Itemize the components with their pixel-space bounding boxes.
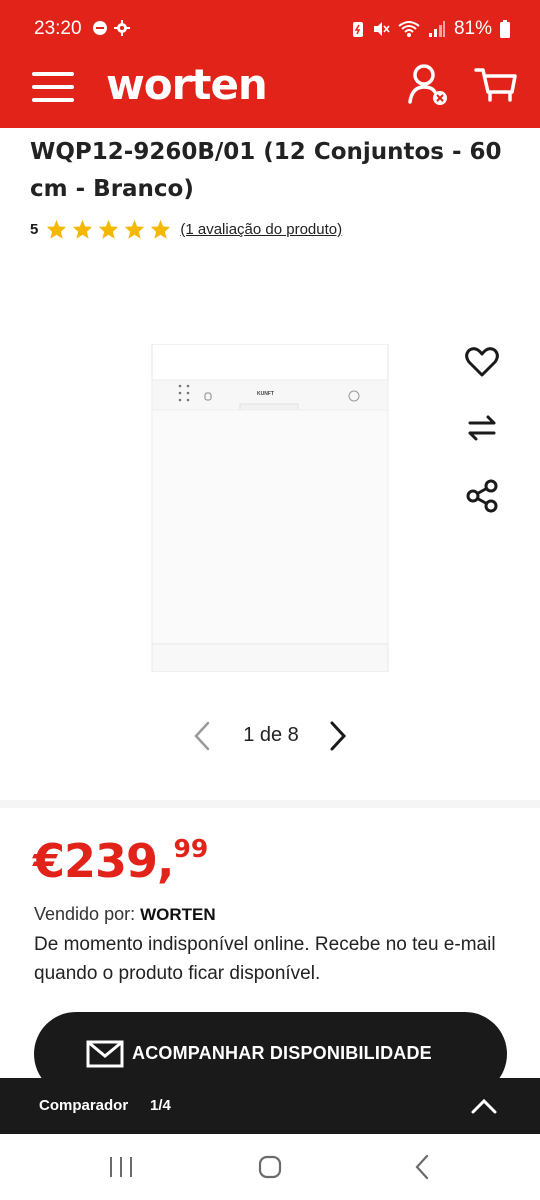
chevron-up-icon[interactable] xyxy=(470,1096,498,1116)
seller-info: Vendido por: WORTEN xyxy=(34,904,216,925)
battery-icon xyxy=(500,20,510,38)
cart-icon[interactable] xyxy=(474,66,518,106)
seller-name[interactable]: WORTEN xyxy=(140,905,216,924)
price-main: €239, xyxy=(33,834,175,888)
heart-icon[interactable] xyxy=(464,344,500,380)
status-bar: 23:20 81% xyxy=(0,0,540,58)
product-title: WQP12-9260B/01 (12 Conjuntos - 60 cm - B… xyxy=(30,139,502,202)
gallery-pager: 1 de 8 xyxy=(0,716,540,756)
image-brand-text: KUNFT xyxy=(257,391,274,397)
settings-icon xyxy=(114,20,130,36)
compare-arrows-icon[interactable] xyxy=(464,410,500,446)
seller-label: Vendido por: xyxy=(34,904,141,924)
rating-score: 5 xyxy=(30,221,39,238)
mail-icon xyxy=(86,1040,124,1068)
signal-icon xyxy=(428,21,445,37)
battery-saver-icon xyxy=(352,22,363,37)
user-icon[interactable] xyxy=(406,62,450,106)
product-price: €239,99 xyxy=(33,834,208,888)
rating-stars xyxy=(46,219,171,240)
star-icon xyxy=(151,219,171,239)
do-not-disturb-icon xyxy=(93,21,107,35)
home-icon[interactable] xyxy=(255,1154,285,1180)
recent-apps-icon[interactable] xyxy=(106,1154,136,1180)
reviews-link[interactable]: (1 avaliação do produto) xyxy=(180,221,342,238)
follow-button-label: ACOMPANHAR DISPONIBILIDADE xyxy=(132,1043,432,1063)
mute-icon xyxy=(373,22,390,36)
worten-logo[interactable]: worten xyxy=(106,60,268,109)
back-icon[interactable] xyxy=(408,1154,438,1180)
star-icon xyxy=(73,219,93,239)
product-image[interactable]: KUNFT xyxy=(150,344,390,672)
share-icon[interactable] xyxy=(464,478,500,514)
section-divider xyxy=(0,800,540,808)
app-header: worten xyxy=(0,58,540,128)
star-icon xyxy=(47,219,67,239)
product-rating: 5 (1 avaliação do produto) xyxy=(30,219,342,240)
availability-message: De momento indisponível online. Recebe n… xyxy=(34,934,496,984)
chevron-left-icon[interactable] xyxy=(190,720,218,752)
status-time: 23:20 xyxy=(34,18,82,39)
battery-percent: 81% xyxy=(453,18,492,39)
star-icon xyxy=(125,219,145,239)
hamburger-icon[interactable] xyxy=(32,70,76,106)
comparator-bar[interactable]: Comparador 1/4 xyxy=(0,1078,540,1134)
chevron-right-icon[interactable] xyxy=(324,720,352,752)
price-cents: 99 xyxy=(173,834,209,863)
system-nav-bar xyxy=(0,1134,540,1200)
comparator-count: 1/4 xyxy=(150,1097,171,1114)
wifi-icon xyxy=(398,21,420,37)
gallery-counter: 1 de 8 xyxy=(243,724,299,746)
comparator-label: Comparador xyxy=(39,1097,129,1114)
star-icon xyxy=(99,219,119,239)
